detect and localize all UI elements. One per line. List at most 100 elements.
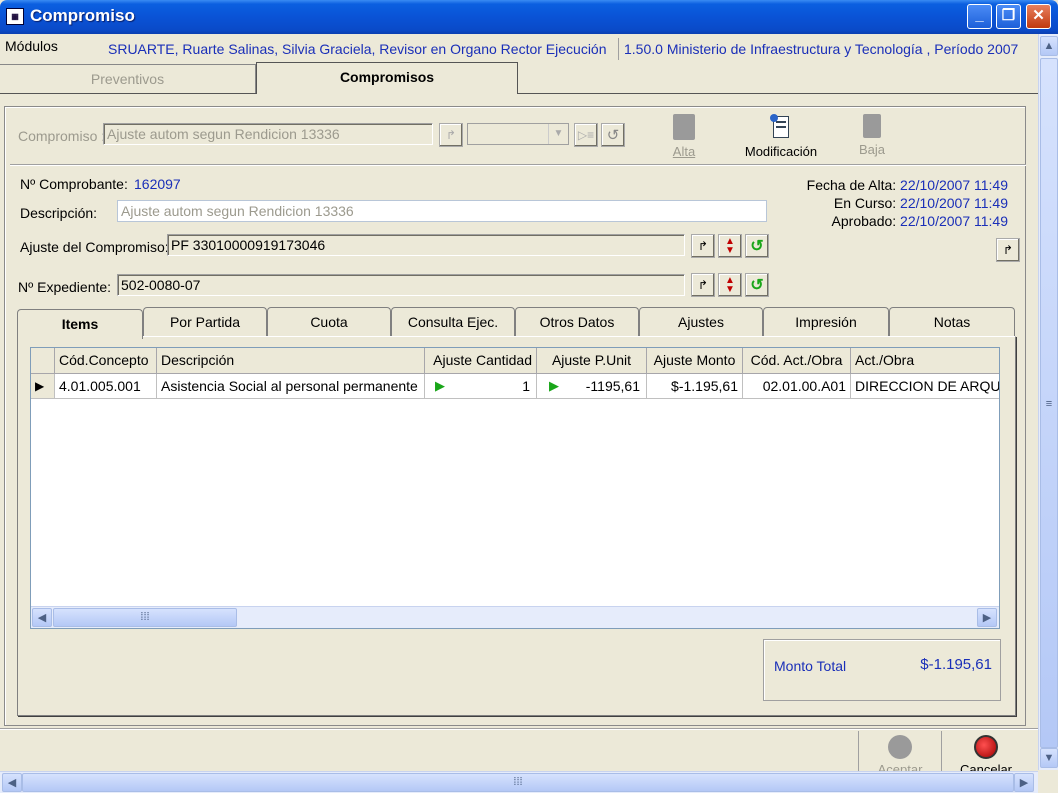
- col-cod-act-obra[interactable]: Cód. Act./Obra: [743, 348, 851, 374]
- modificacion-button[interactable]: Modificación: [738, 112, 824, 160]
- tab-preventivos[interactable]: Preventivos: [0, 64, 256, 94]
- col-cod-concepto[interactable]: Cód.Concepto: [55, 348, 157, 374]
- scroll-down-icon[interactable]: ▼: [1040, 748, 1058, 768]
- chevron-down-icon[interactable]: ▼: [548, 124, 568, 144]
- scroll-left-icon[interactable]: ◀: [2, 773, 22, 792]
- page-icon: [673, 114, 695, 140]
- trash-icon: [863, 114, 881, 138]
- list-button[interactable]: ▷≡: [574, 123, 598, 147]
- table-cell[interactable]: 4.01.005.001: [55, 374, 157, 399]
- arrow-icon: ↱: [697, 278, 709, 292]
- grid-hscrollbar[interactable]: ◀ ⁞⁞⁞ ▶: [31, 606, 999, 628]
- total-box: Monto Total $-1.195,61: [763, 639, 1001, 701]
- minimize-button[interactable]: _: [967, 4, 992, 29]
- arrow-icon: ↱: [697, 239, 709, 253]
- stop-icon: [974, 735, 998, 759]
- tab-consulta-ejec[interactable]: Consulta Ejec.: [391, 307, 515, 337]
- items-grid[interactable]: Cód.Concepto Descripción Ajuste Cantidad…: [30, 347, 1000, 629]
- table-cell[interactable]: Asistencia Social al personal permanente: [157, 374, 425, 399]
- app-icon: ▦: [6, 8, 24, 25]
- scroll-thumb[interactable]: ⁞⁞⁞: [53, 608, 237, 627]
- table-cell[interactable]: ▶ 1: [425, 374, 537, 399]
- ajuste-search-button[interactable]: ↱: [691, 234, 715, 258]
- row-indicator-icon: ▶: [31, 374, 55, 399]
- expediente-undo-button[interactable]: ↺: [745, 273, 769, 297]
- arrow-icon: ↱: [1002, 243, 1014, 257]
- scroll-thumb[interactable]: ⁞⁞⁞: [22, 773, 1014, 792]
- list-icon: ▷≡: [577, 128, 595, 142]
- ajuste-updown-button[interactable]: ▲ ▼: [718, 234, 742, 258]
- edit-document-icon: [770, 114, 792, 140]
- modules-label[interactable]: Módulos: [5, 38, 58, 54]
- ajuste-label: Ajuste del Compromiso:: [20, 239, 169, 255]
- inner-tabs: Items Por Partida Cuota Consulta Ejec. O…: [17, 307, 1017, 339]
- compromiso-field[interactable]: Ajuste autom segun Rendicion 13336: [103, 123, 433, 145]
- comprobante-label: Nº Comprobante:: [20, 176, 128, 192]
- cancelar-button[interactable]: Cancelar: [944, 731, 1028, 773]
- en-curso-value: 22/10/2007 11:49: [900, 195, 1008, 211]
- fecha-alta-label: Fecha de Alta:: [806, 177, 897, 193]
- descripcion-field[interactable]: Ajuste autom segun Rendicion 13336: [117, 200, 767, 222]
- tab-notas[interactable]: Notas: [889, 307, 1015, 337]
- ajuste-field[interactable]: PF 33010000919173046: [167, 234, 685, 256]
- compromiso-select[interactable]: ▼: [467, 123, 569, 145]
- table-cell[interactable]: $-1.195,61: [647, 374, 743, 399]
- updown-icon: ▲ ▼: [725, 236, 735, 256]
- col-act-obra[interactable]: Act./Obra: [851, 348, 999, 374]
- window-vscrollbar[interactable]: ▲ ≡ ▼: [1038, 34, 1058, 770]
- undo-icon: ↺: [606, 127, 620, 144]
- fecha-alta-value: 22/10/2007 11:49: [900, 177, 1008, 193]
- tab-ajustes[interactable]: Ajustes: [639, 307, 763, 337]
- baja-button[interactable]: Baja: [852, 112, 892, 160]
- ajuste-undo-button[interactable]: ↺: [745, 234, 769, 258]
- en-curso-label: En Curso:: [833, 195, 897, 211]
- dates-action-button[interactable]: ↱: [996, 238, 1020, 262]
- circle-icon: [888, 735, 912, 759]
- scroll-right-icon[interactable]: ▶: [1014, 773, 1034, 792]
- tab-cuota[interactable]: Cuota: [267, 307, 391, 337]
- window-hscrollbar[interactable]: ◀ ⁞⁞⁞ ▶: [0, 771, 1038, 793]
- tab-impresion[interactable]: Impresión: [763, 307, 889, 337]
- table-cell[interactable]: DIRECCION DE ARQU: [851, 374, 999, 399]
- user-info: SRUARTE, Ruarte Salinas, Silvia Graciela…: [108, 41, 607, 57]
- col-descripcion[interactable]: Descripción: [157, 348, 425, 374]
- comprobante-value: 162097: [134, 176, 181, 192]
- tab-otros-datos[interactable]: Otros Datos: [515, 307, 639, 337]
- col-ajuste-punit[interactable]: Ajuste P.Unit: [537, 348, 647, 374]
- alta-button[interactable]: Alta: [664, 112, 704, 160]
- dates-block: Fecha de Alta: 22/10/2007 11:49 En Curso…: [760, 176, 1008, 230]
- undo-icon: ↺: [750, 238, 764, 255]
- compromiso-label: Compromiso :: [18, 128, 106, 144]
- scroll-right-icon[interactable]: ▶: [977, 608, 997, 627]
- close-button[interactable]: ✕: [1026, 4, 1051, 29]
- expediente-updown-button[interactable]: ▲ ▼: [718, 273, 742, 297]
- tab-compromisos[interactable]: Compromisos: [256, 62, 518, 94]
- scroll-thumb[interactable]: ≡: [1040, 58, 1058, 748]
- refresh-button[interactable]: ↺: [601, 123, 625, 147]
- col-ajuste-monto[interactable]: Ajuste Monto: [647, 348, 743, 374]
- tab-por-partida[interactable]: Por Partida: [143, 307, 267, 337]
- play-icon: ▶: [435, 378, 445, 393]
- col-ajuste-cantidad[interactable]: Ajuste Cantidad: [425, 348, 537, 374]
- updown-icon: ▲ ▼: [725, 275, 735, 295]
- table-cell[interactable]: 02.01.00.A01: [743, 374, 851, 399]
- restore-button[interactable]: ❐: [996, 4, 1021, 29]
- arrow-icon: ↱: [445, 128, 457, 142]
- table-cell[interactable]: ▶ -1195,61: [537, 374, 647, 399]
- tab-items[interactable]: Items: [17, 309, 143, 339]
- aceptar-button[interactable]: Aceptar: [858, 731, 942, 773]
- expediente-field[interactable]: 502-0080-07: [117, 274, 685, 296]
- window-title: Compromiso: [30, 6, 135, 25]
- total-value: $-1.195,61: [920, 656, 992, 673]
- scroll-left-icon[interactable]: ◀: [32, 608, 52, 627]
- aprobado-value: 22/10/2007 11:49: [900, 213, 1008, 229]
- total-label: Monto Total: [774, 658, 847, 674]
- scroll-up-icon[interactable]: ▲: [1040, 36, 1058, 56]
- search-button[interactable]: ↱: [439, 123, 463, 147]
- title-bar: ▦ Compromiso _ ❐ ✕: [0, 0, 1058, 34]
- aprobado-label: Aprobado:: [831, 213, 897, 229]
- scroll-corner: [1038, 771, 1058, 793]
- expediente-search-button[interactable]: ↱: [691, 273, 715, 297]
- play-icon: ▶: [549, 378, 559, 393]
- expediente-label: Nº Expediente:: [18, 279, 112, 295]
